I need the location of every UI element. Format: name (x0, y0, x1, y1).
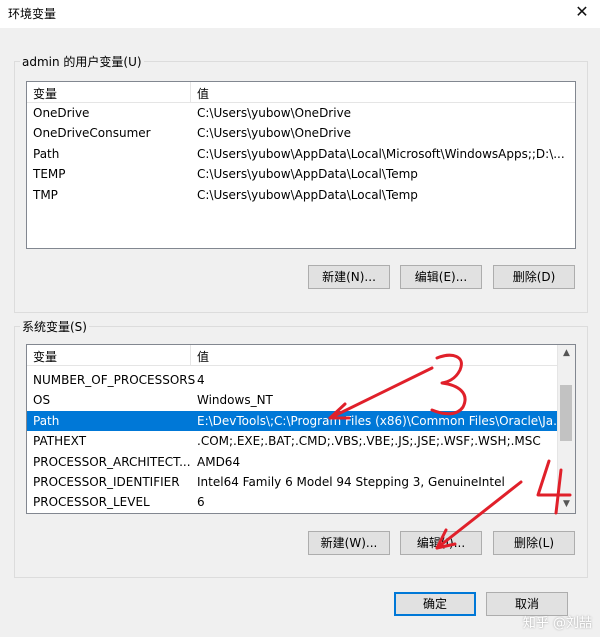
scrollbar-thumb[interactable] (560, 385, 572, 441)
variable-name: PATHEXT (33, 434, 87, 448)
variable-name: OneDrive (33, 106, 90, 120)
table-row[interactable]: NUMBER_OF_PROCESSORS 4 (27, 370, 557, 390)
close-icon[interactable]: ✕ (572, 2, 592, 21)
column-header-value[interactable]: 值 (197, 348, 209, 365)
system-variables-list[interactable]: 变量 值 NUMBER_OF_PROCESSORS 4 OS Windows_N… (26, 344, 576, 514)
table-row[interactable]: TMP C:\Users\yubow\AppData\Local\Temp (27, 185, 557, 205)
ok-button[interactable]: 确定 (394, 592, 476, 616)
table-row[interactable]: PATHEXT .COM;.EXE;.BAT;.CMD;.VBS;.VBE;.J… (27, 431, 557, 451)
system-variables-label: 系统变量(S) (20, 318, 89, 335)
variable-value: C:\Users\yubow\AppData\Local\Microsoft\W… (197, 147, 565, 161)
user-delete-button[interactable]: 删除(D) (493, 265, 575, 289)
column-divider[interactable] (190, 345, 191, 365)
variable-name: NUMBER_OF_PROCESSORS (33, 373, 196, 387)
variable-value: C:\Users\yubow\OneDrive (197, 126, 352, 140)
variable-value: E:\DevTools\;C:\Program Files (x86)\Comm… (197, 414, 565, 428)
user-edit-button[interactable]: 编辑(E)... (400, 265, 482, 289)
table-row[interactable]: Path C:\Users\yubow\AppData\Local\Micros… (27, 144, 565, 164)
table-row-selected[interactable]: Path E:\DevTools\;C:\Program Files (x86)… (27, 411, 565, 431)
table-row[interactable]: OS Windows_NT (27, 390, 557, 410)
variable-name: PROCESSOR_IDENTIFIER (33, 475, 180, 489)
variable-value: AMD64 (197, 455, 241, 469)
user-variables-label: admin 的用户变量(U) (20, 53, 144, 70)
variable-value: .COM;.EXE;.BAT;.CMD;.VBS;.VBE;.JS;.JSE;.… (197, 434, 541, 448)
table-row[interactable]: OneDriveConsumer C:\Users\yubow\OneDrive (27, 123, 557, 143)
list-header: 变量 值 (27, 82, 575, 103)
table-row[interactable]: PROCESSOR_IDENTIFIER Intel64 Family 6 Mo… (27, 472, 557, 492)
window-title: 环境变量 (8, 7, 57, 21)
vertical-scrollbar[interactable]: ▲ ▼ (557, 345, 575, 513)
scroll-up-icon[interactable]: ▲ (558, 345, 575, 362)
variable-name: PROCESSOR_ARCHITECT... (33, 455, 191, 469)
table-row[interactable]: TEMP C:\Users\yubow\AppData\Local\Temp (27, 164, 557, 184)
variable-name: Path (33, 147, 60, 161)
column-header-variable[interactable]: 变量 (33, 85, 57, 102)
variable-value: 6 (197, 495, 205, 509)
variable-value: Intel64 Family 6 Model 94 Stepping 3, Ge… (197, 475, 505, 489)
title-bar: 环境变量 ✕ (0, 0, 600, 28)
system-new-button[interactable]: 新建(W)... (308, 531, 390, 555)
column-divider[interactable] (190, 82, 191, 102)
system-delete-button[interactable]: 删除(L) (493, 531, 575, 555)
variable-value: C:\Users\yubow\AppData\Local\Temp (197, 188, 418, 202)
variable-name: TMP (33, 188, 58, 202)
user-variables-list[interactable]: 变量 值 OneDrive C:\Users\yubow\OneDrive On… (26, 81, 576, 249)
list-header: 变量 值 (27, 345, 557, 366)
table-row[interactable]: PROCESSOR_LEVEL 6 (27, 492, 557, 512)
column-header-variable[interactable]: 变量 (33, 348, 57, 365)
table-row[interactable]: PROCESSOR_ARCHITECT... AMD64 (27, 452, 557, 472)
variable-name: OneDriveConsumer (33, 126, 151, 140)
user-new-button[interactable]: 新建(N)... (308, 265, 390, 289)
variable-value: C:\Users\yubow\AppData\Local\Temp (197, 167, 418, 181)
variable-value: Windows_NT (197, 393, 273, 407)
table-row[interactable]: OneDrive C:\Users\yubow\OneDrive (27, 103, 557, 123)
column-header-value[interactable]: 值 (197, 85, 209, 102)
variable-name: TEMP (33, 167, 66, 181)
variable-name: OS (33, 393, 51, 407)
variable-value: 4 (197, 373, 205, 387)
variable-name: PROCESSOR_LEVEL (33, 495, 150, 509)
watermark-text: 知乎 @刘喆 (522, 616, 592, 631)
variable-value: C:\Users\yubow\OneDrive (197, 106, 352, 120)
system-edit-button[interactable]: 编辑(I)... (400, 531, 482, 555)
scroll-down-icon[interactable]: ▼ (558, 496, 575, 513)
variable-name: Path (33, 414, 60, 428)
